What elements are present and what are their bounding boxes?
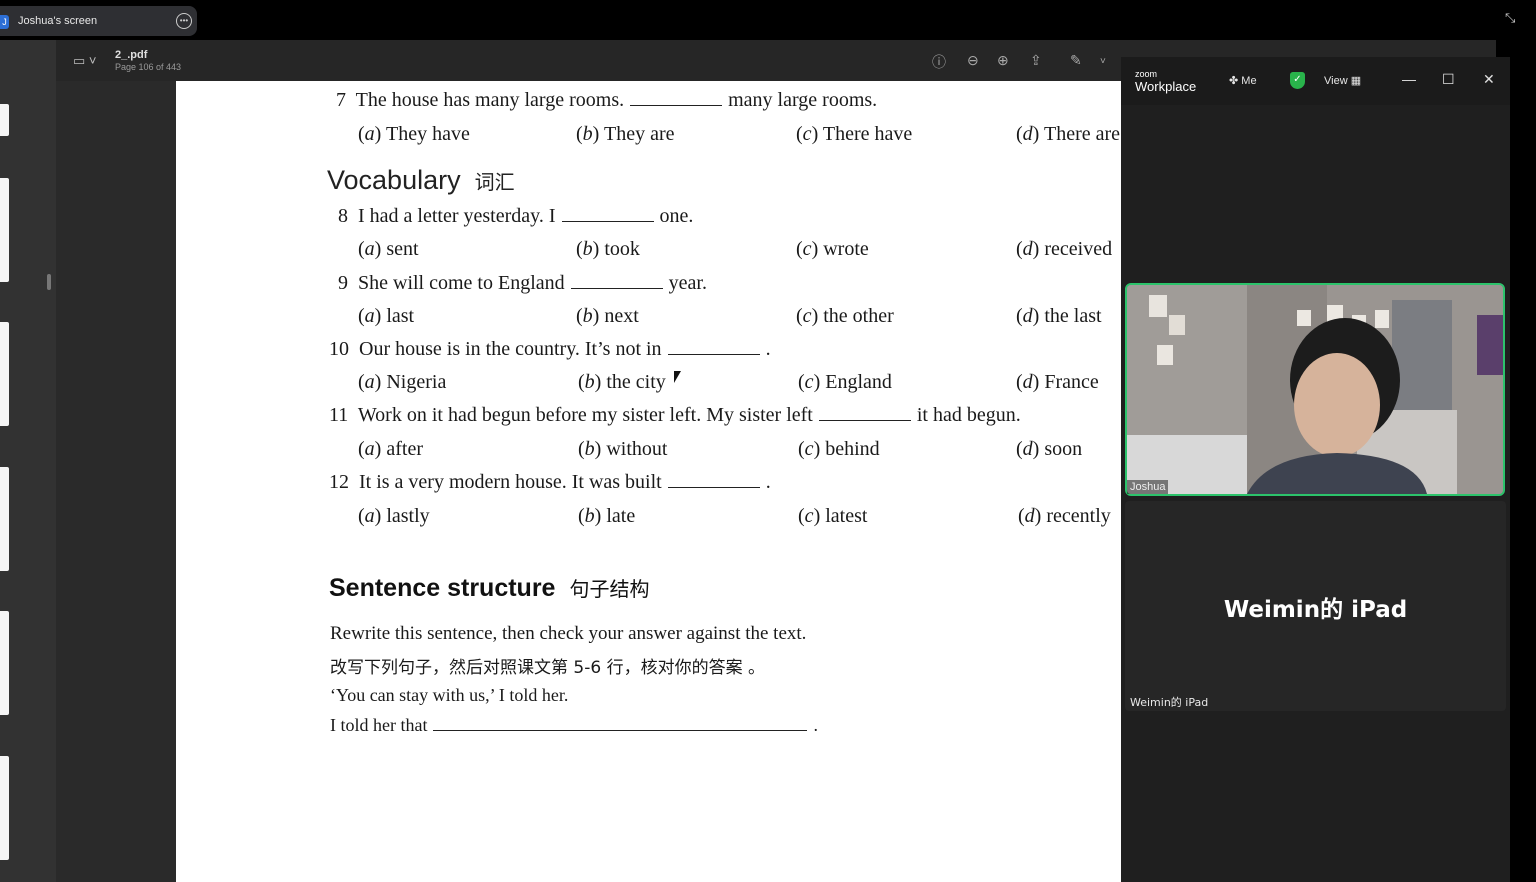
- share-title: Joshua's screen: [18, 15, 98, 27]
- close-icon[interactable]: ✕: [1483, 71, 1495, 88]
- option-11c: (c) behind: [798, 438, 880, 460]
- pdf-page: 7 The house has many large rooms. many la…: [176, 81, 1121, 882]
- page-thumbnail[interactable]: [0, 467, 9, 571]
- security-shield-icon[interactable]: ✓: [1290, 72, 1305, 89]
- thumbnail-scrollbar[interactable]: [47, 274, 51, 290]
- option-10c: (c) England: [798, 371, 892, 393]
- view-button[interactable]: View ▦: [1324, 74, 1361, 87]
- option-9c: (c) the other: [796, 305, 894, 327]
- mouse-cursor-icon: [674, 371, 681, 383]
- option-7c: (c) There have: [796, 123, 913, 145]
- minimize-icon[interactable]: —: [1402, 71, 1416, 87]
- option-12c: (c) latest: [798, 505, 868, 527]
- vocabulary-heading: Vocabulary 词汇: [327, 165, 515, 195]
- maximize-icon[interactable]: ☐: [1442, 71, 1455, 88]
- thumbnail-sidebar: [0, 40, 56, 882]
- zoom-logo-small: zoom: [1135, 69, 1158, 79]
- screen-share-tab[interactable]: J Joshua's screen •••: [0, 6, 197, 36]
- zoom-logo: Workplace: [1135, 79, 1197, 94]
- option-7b: (b) They are: [576, 123, 675, 145]
- option-9b: (b) next: [576, 305, 639, 327]
- paw-icon: ✤: [1229, 75, 1239, 87]
- document-name: 2_.pdf: [115, 49, 148, 61]
- zoom-in-icon[interactable]: ⊕: [997, 52, 1009, 69]
- share-avatar: J: [0, 15, 9, 29]
- share-icon[interactable]: ⇪: [1030, 52, 1042, 69]
- participant-name-large: Weimin的 iPad: [1223, 597, 1408, 623]
- option-8c: (c) wrote: [796, 238, 869, 260]
- option-12a: (a) lastly: [358, 505, 430, 527]
- me-button[interactable]: ✤ Me: [1229, 74, 1257, 87]
- page-thumbnail[interactable]: [0, 611, 9, 715]
- question-12: 12 It is a very modern house. It was bui…: [329, 471, 771, 493]
- question-10: 10 Our house is in the country. It’s not…: [329, 338, 771, 360]
- page-thumbnail[interactable]: [0, 322, 9, 426]
- option-12b: (b) late: [578, 505, 636, 527]
- markup-dropdown-icon[interactable]: ˅: [1100, 56, 1106, 67]
- grid-icon: ▦: [1350, 75, 1362, 87]
- participant-video[interactable]: [1125, 283, 1505, 496]
- option-7a: (a) They have: [358, 123, 470, 145]
- sidebar-toggle-icon[interactable]: ▭ ˅: [73, 53, 97, 69]
- answer-line: I told her that.: [330, 715, 818, 735]
- option-8a: (a) sent: [358, 238, 419, 260]
- option-12d: (d) recently: [1018, 505, 1111, 527]
- option-11a: (a) after: [358, 438, 423, 460]
- participant-name-label: Joshua: [1127, 480, 1169, 494]
- zoom-out-icon[interactable]: ⊖: [967, 52, 979, 69]
- question-7: 7 The house has many large rooms. many la…: [336, 89, 878, 111]
- sentence-structure-heading: Sentence structure 句子结构: [329, 574, 650, 602]
- option-9a: (a) last: [358, 305, 415, 327]
- option-11d: (d) soon: [1016, 438, 1083, 460]
- question-11: 11 Work on it had begun before my sister…: [329, 404, 1021, 426]
- question-8: 8 I had a letter yesterday. Ione.: [338, 205, 694, 227]
- option-10b: (b) the city: [578, 371, 666, 393]
- info-icon[interactable]: ⓘ: [932, 52, 946, 72]
- option-10d: (d) France: [1016, 371, 1099, 393]
- more-options-icon[interactable]: •••: [176, 13, 192, 29]
- participant-name-label: Weimin的 iPad: [1130, 696, 1209, 709]
- option-8d: (d) received: [1016, 238, 1113, 260]
- markup-icon[interactable]: ✎: [1070, 52, 1082, 69]
- question-9: 9 She will come to England year.: [338, 272, 707, 294]
- zoom-edge: [1510, 105, 1536, 882]
- page-thumbnail[interactable]: [0, 178, 9, 282]
- instruction-text-cn: 改写下列句子，然后对照课文第 5-6 行，核对你的答案 。: [330, 658, 765, 678]
- option-7d: (d) There are: [1016, 123, 1121, 145]
- page-thumbnail-current[interactable]: [0, 756, 9, 860]
- option-9d: (d) the last: [1016, 305, 1102, 327]
- option-8b: (b) took: [576, 238, 640, 260]
- option-10a: (a) Nigeria: [358, 371, 447, 393]
- instruction-text: Rewrite this sentence, then check your a…: [330, 623, 807, 644]
- page-indicator: Page 106 of 443: [115, 62, 182, 72]
- exit-fullscreen-icon[interactable]: ⤡: [1505, 10, 1515, 26]
- quote-sentence: ‘You can stay with us,’ I told her.: [330, 685, 569, 705]
- option-11b: (b) without: [578, 438, 668, 460]
- page-thumbnail[interactable]: [0, 104, 9, 136]
- video-frame: [1127, 285, 1503, 494]
